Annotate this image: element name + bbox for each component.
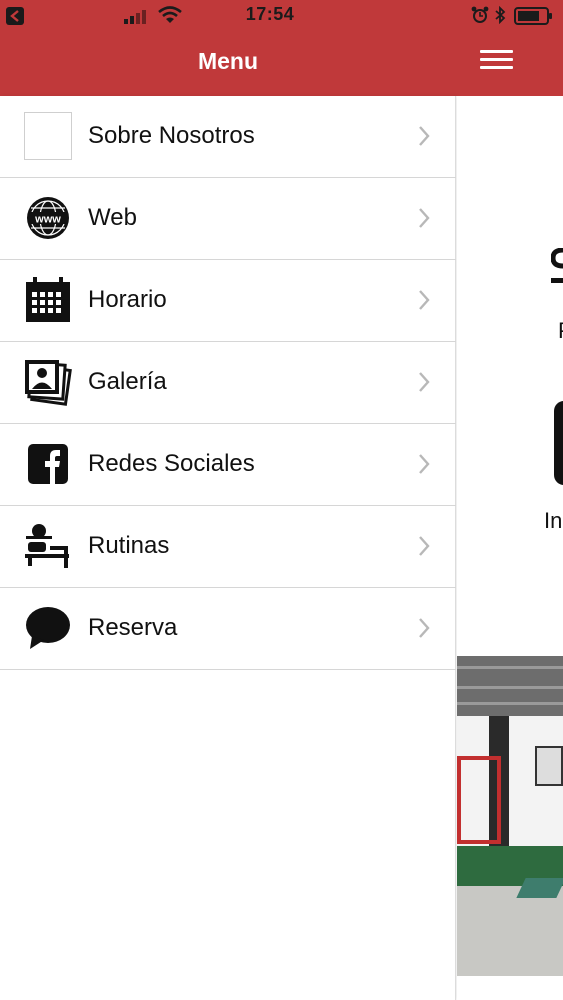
menu-item-label: Reserva: [88, 614, 178, 641]
hamburger-menu-icon[interactable]: [480, 50, 513, 70]
gym-photo: [457, 656, 563, 976]
menu-item-web[interactable]: www Web: [0, 178, 456, 260]
menu-item-label: Horario: [88, 286, 167, 313]
header-title: Menu: [197, 48, 259, 74]
side-drawer: Sobre Nosotros www Web Horario Galería R…: [0, 96, 456, 1000]
speech-bubble-icon: [26, 607, 70, 649]
status-time: 17:54: [245, 4, 295, 24]
bench-press-icon: [25, 524, 69, 568]
menu-item-rutinas[interactable]: Rutinas: [0, 506, 456, 588]
content-text-fragment: In: [544, 508, 563, 533]
chevron-right-icon: [419, 126, 430, 146]
facebook-icon: [28, 444, 68, 484]
chevron-right-icon: [419, 618, 430, 638]
svg-text:www: www: [34, 214, 61, 226]
chevron-right-icon: [419, 372, 430, 392]
menu-item-label: Galería: [88, 368, 167, 395]
menu-item-label: Redes Sociales: [88, 450, 255, 477]
calendar-icon: [26, 277, 70, 322]
chevron-right-icon: [419, 290, 430, 310]
menu-item-label: Rutinas: [88, 532, 170, 559]
status-bar: 17:54: [0, 0, 563, 32]
menu-item-reserva[interactable]: Reserva: [0, 588, 456, 670]
menu-item-label: Web: [88, 204, 137, 231]
globe-www-icon: www: [27, 197, 69, 239]
menu-item-label: Sobre Nosotros: [88, 122, 255, 149]
content-text-fragment: P: [558, 318, 563, 344]
menu-item-horario[interactable]: Horario: [0, 260, 456, 342]
chevron-right-icon: [419, 536, 430, 556]
chevron-right-icon: [419, 454, 430, 474]
alarm-icon: [471, 6, 489, 23]
app-icon-fragment[interactable]: [554, 401, 563, 485]
menu-item-redes-sociales[interactable]: Redes Sociales: [0, 424, 456, 506]
chevron-right-icon: [419, 208, 430, 228]
logo-fragment: [551, 248, 563, 283]
main-content-panel[interactable]: P In: [457, 96, 563, 1000]
blank-image-icon: [24, 112, 72, 160]
photos-icon: [25, 360, 72, 406]
bluetooth-icon: [495, 6, 506, 24]
menu-item-sobre-nosotros[interactable]: Sobre Nosotros: [0, 96, 456, 178]
battery-icon: [514, 7, 552, 25]
menu-item-galeria[interactable]: Galería: [0, 342, 456, 424]
